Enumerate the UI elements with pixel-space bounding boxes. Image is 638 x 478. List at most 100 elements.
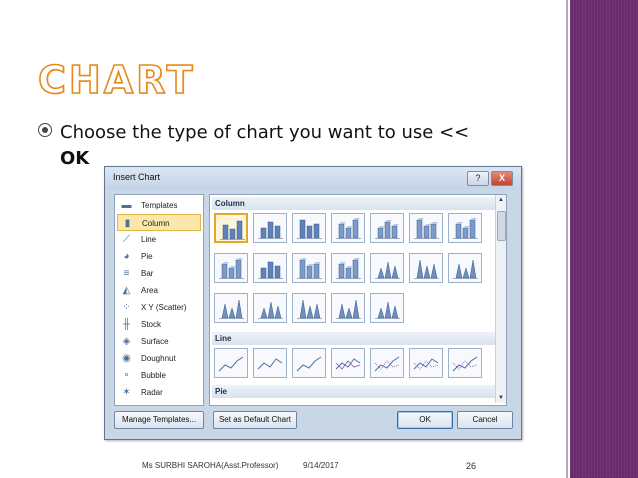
column-chart-icon (336, 258, 361, 279)
bubble-chart-icon: ∘ (123, 370, 130, 381)
line-chart-icon (218, 356, 244, 372)
chart-type-thumb[interactable] (253, 348, 287, 378)
column-chart-icon (414, 218, 439, 239)
scatter-chart-icon: ⁘ (122, 302, 131, 313)
category-area[interactable]: ◭ Area (117, 282, 201, 299)
line-chart-icon (335, 358, 361, 370)
column-chart-icon (336, 218, 361, 239)
chart-type-thumb[interactable] (370, 348, 404, 378)
gallery-scrollbar[interactable]: ▲ ▼ (495, 195, 506, 403)
line-chart-icon (374, 356, 400, 372)
category-pie[interactable]: ◕ Pie (117, 248, 201, 265)
chart-type-thumb[interactable] (253, 213, 287, 243)
chart-type-thumb[interactable] (331, 213, 365, 243)
column-chart-icon (219, 258, 244, 279)
chart-type-thumb[interactable] (214, 253, 248, 283)
folder-icon: ▬ (121, 200, 132, 211)
chart-type-thumb[interactable] (448, 253, 482, 283)
column-chart-icon (297, 258, 322, 279)
manage-templates-button[interactable]: Manage Templates... (114, 411, 204, 429)
chart-type-thumb[interactable] (448, 213, 482, 243)
chart-type-thumb[interactable] (292, 293, 326, 323)
pie-chart-icon: ◕ (123, 251, 130, 262)
bullet-text: Choose the type of chart you want to use… (60, 122, 470, 143)
ok-button[interactable]: OK (397, 411, 453, 429)
slide: CHART Choose the type of chart you want … (0, 0, 638, 478)
column-chart-icon (297, 299, 322, 319)
footer-page-number: 26 (466, 461, 477, 471)
chart-type-thumb[interactable] (409, 348, 443, 378)
line-chart-icon (452, 356, 478, 372)
scroll-down-icon[interactable]: ▼ (496, 393, 506, 403)
area-chart-icon: ◭ (122, 285, 131, 296)
category-column[interactable]: ▮ Column (117, 214, 201, 231)
column-chart-icon (258, 301, 283, 319)
cancel-button[interactable]: Cancel (457, 411, 513, 429)
scroll-up-icon[interactable]: ▲ (496, 195, 506, 205)
bullet-point: Choose the type of chart you want to use… (38, 120, 548, 172)
close-button[interactable]: X (491, 171, 513, 186)
chart-type-thumb[interactable] (292, 348, 326, 378)
chart-type-thumb[interactable] (409, 213, 443, 243)
column-chart-icon (297, 219, 322, 239)
column-chart-icon (220, 220, 245, 240)
column-chart-icon (453, 218, 478, 239)
bullet-icon (38, 123, 52, 137)
category-templates[interactable]: ▬ Templates (117, 197, 201, 214)
line-chart-icon (413, 358, 439, 370)
section-pie: Pie (212, 385, 498, 398)
column-chart-icon (258, 261, 283, 279)
radar-chart-icon: ✶ (122, 387, 131, 398)
slide-divider (566, 0, 568, 478)
scrollbar-thumb[interactable] (497, 211, 506, 241)
category-bar[interactable]: ≡ Bar (117, 265, 201, 282)
chart-type-thumb[interactable] (214, 213, 248, 243)
line-chart-icon (257, 358, 283, 370)
category-scatter[interactable]: ⁘ X Y (Scatter) (117, 299, 201, 316)
chart-type-thumb[interactable] (331, 253, 365, 283)
line-chart-icon (296, 356, 322, 372)
footer-author: Ms SURBHI SAROHA(Asst.Professor) (142, 461, 279, 470)
chart-type-thumb[interactable] (370, 293, 404, 323)
line-chart-icon: ⟋ (123, 234, 130, 245)
slide-title: CHART (37, 57, 196, 103)
column-chart-icon: ▮ (124, 218, 131, 229)
category-radar[interactable]: ✶ Radar (117, 384, 201, 401)
category-bubble[interactable]: ∘ Bubble (117, 367, 201, 384)
chart-type-thumb[interactable] (214, 293, 248, 323)
insert-chart-dialog: Insert Chart ? X ▬ Templates ▮ Column ⟋ … (104, 166, 522, 440)
chart-type-thumb[interactable] (331, 348, 365, 378)
column-chart-icon (219, 299, 244, 319)
column-chart-icon (375, 301, 400, 319)
stock-chart-icon: ╫ (122, 319, 131, 330)
column-chart-icon (375, 261, 400, 279)
column-chart-icon (258, 221, 283, 239)
bar-chart-icon: ≡ (123, 268, 130, 279)
column-chart-icon (375, 220, 400, 239)
chart-type-thumb[interactable] (253, 293, 287, 323)
chart-type-thumb[interactable] (214, 348, 248, 378)
chart-type-gallery: Column Line Pie ▲ ▼ (209, 194, 507, 406)
footer-date: 9/14/2017 (303, 461, 339, 470)
column-chart-icon (336, 299, 361, 319)
chart-type-thumb[interactable] (370, 213, 404, 243)
chart-type-thumb[interactable] (448, 348, 482, 378)
chart-type-thumb[interactable] (292, 253, 326, 283)
help-button[interactable]: ? (467, 171, 489, 186)
set-default-chart-button[interactable]: Set as Default Chart (213, 411, 297, 429)
category-stock[interactable]: ╫ Stock (117, 316, 201, 333)
chart-type-thumb[interactable] (331, 293, 365, 323)
chart-type-thumb[interactable] (292, 213, 326, 243)
dialog-titlebar: Insert Chart ? X (105, 167, 521, 189)
chart-type-thumb[interactable] (409, 253, 443, 283)
chart-type-thumb[interactable] (253, 253, 287, 283)
category-line[interactable]: ⟋ Line (117, 231, 201, 248)
chart-category-list: ▬ Templates ▮ Column ⟋ Line ◕ Pie ≡ Bar … (114, 194, 204, 406)
section-column: Column (212, 197, 498, 210)
surface-chart-icon: ◈ (122, 336, 131, 347)
column-chart-icon (453, 259, 478, 279)
column-chart-icon (414, 259, 439, 279)
category-doughnut[interactable]: ◉ Doughnut (117, 350, 201, 367)
category-surface[interactable]: ◈ Surface (117, 333, 201, 350)
chart-type-thumb[interactable] (370, 253, 404, 283)
